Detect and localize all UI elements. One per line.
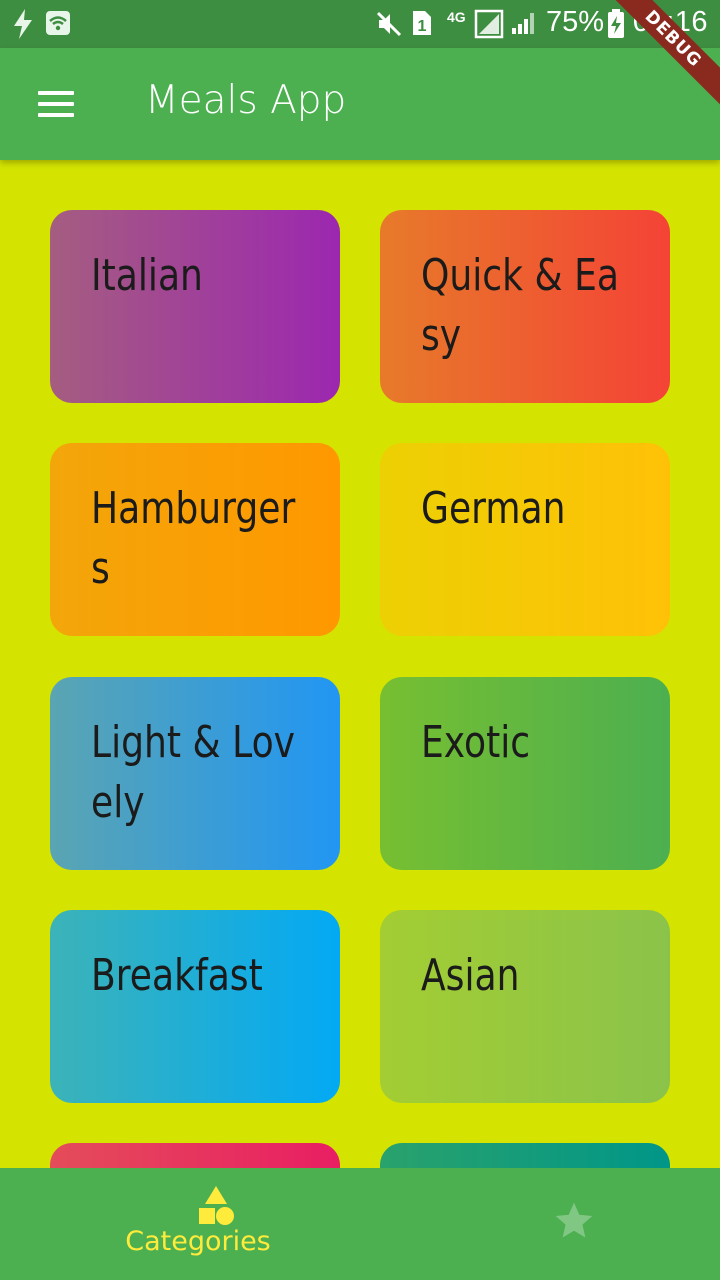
network-type-label: 4G: [447, 9, 466, 25]
category-tile-german[interactable]: German: [380, 443, 670, 636]
category-title: Light & Lovely: [91, 717, 296, 828]
category-title: Asian: [421, 950, 520, 1001]
nav-label-categories: Categories: [125, 1226, 271, 1257]
category-title: Exotic: [421, 717, 531, 768]
battery-percent: 75%: [546, 6, 605, 38]
category-title: Hamburgers: [91, 483, 296, 594]
wifi-box-icon: [46, 11, 70, 35]
category-tile-breakfast[interactable]: Breakfast: [50, 910, 340, 1103]
category-tile-hamburgers[interactable]: Hamburgers: [50, 443, 340, 636]
category-shapes-icon: [199, 1186, 234, 1225]
category-title: Quick & Easy: [421, 250, 620, 361]
battery-charging-icon: [608, 9, 624, 38]
svg-text:1: 1: [418, 18, 427, 35]
nav-item-categories[interactable]: Categories: [36, 1168, 396, 1280]
signal-box-icon: [474, 9, 504, 39]
category-tile-italian[interactable]: Italian: [50, 210, 340, 403]
sim-card-icon: 1: [413, 11, 431, 35]
category-title: German: [421, 483, 566, 534]
star-icon: [555, 1202, 593, 1238]
category-title: Italian: [91, 250, 203, 301]
status-bar: 1 4G 75% 05:16: [0, 0, 720, 48]
category-tile-exotic[interactable]: Exotic: [380, 677, 670, 870]
charging-bolt-icon: [14, 9, 32, 39]
category-tile-light-lovely[interactable]: Light & Lovely: [50, 677, 340, 870]
category-tile-quick-easy[interactable]: Quick & Easy: [380, 210, 670, 403]
nav-item-favorites[interactable]: [396, 1168, 720, 1280]
page-title: Meals App: [145, 78, 347, 123]
mute-icon: [376, 11, 402, 37]
app-bar: Meals App: [0, 48, 720, 160]
category-title: Breakfast: [91, 950, 263, 1001]
menu-icon[interactable]: [20, 68, 92, 140]
bottom-navigation: Categories: [0, 1168, 720, 1280]
category-tile-asian[interactable]: Asian: [380, 910, 670, 1103]
cell-signal-icon: [512, 13, 534, 34]
